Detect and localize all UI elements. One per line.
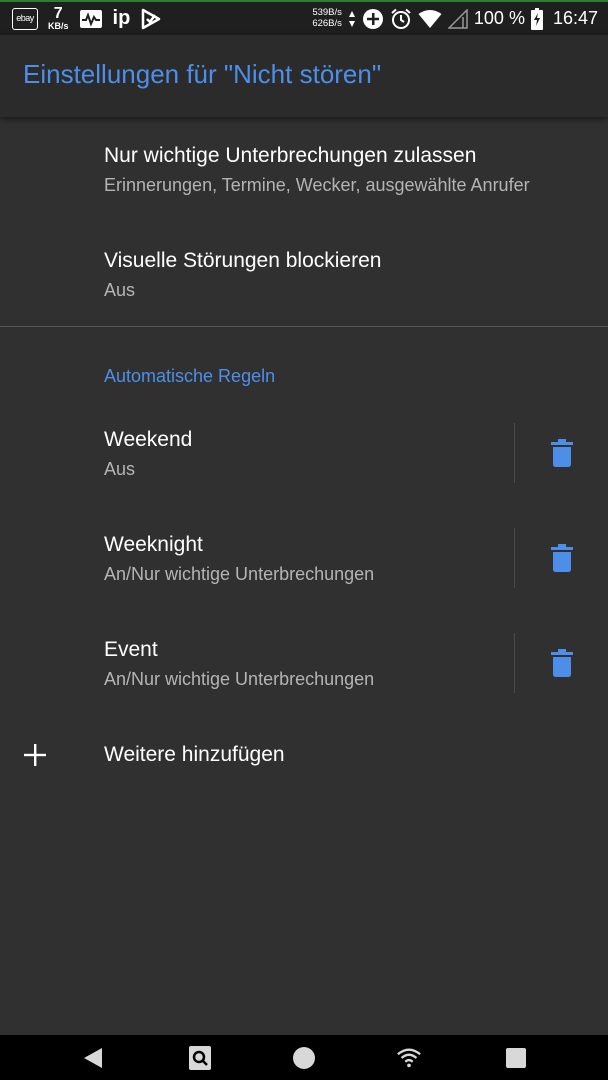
alarm-icon [390, 8, 412, 30]
network-speed: 7 KB/s [48, 6, 69, 31]
back-icon [84, 1048, 102, 1068]
search-icon [189, 1046, 211, 1070]
add-circle-icon [362, 8, 384, 30]
automatic-rules-header: Automatische Regeln [104, 366, 276, 386]
visual-disturbances-summary: Aus [104, 280, 136, 300]
wifi-icon [418, 9, 442, 29]
rule-title: Weekend [104, 428, 193, 451]
clock: 16:47 [552, 8, 598, 28]
rule-summary: An/Nur wichtige Unterbrechungen [104, 669, 375, 689]
visual-disturbances-title: Visuelle Störungen blockieren [104, 249, 382, 272]
search-button[interactable] [187, 1045, 213, 1071]
data-speeds: 539B/s 626B/s [312, 6, 342, 30]
wifi-icon [397, 1048, 421, 1068]
pulse-icon [79, 9, 103, 29]
status-bar: ebay 7 KB/s ip 539B/s 626B/s 100 % 16:47 [0, 0, 608, 35]
priority-only-title: Nur wichtige Unterbrechungen zulassen [104, 144, 477, 167]
add-rule-button[interactable]: Weitere hinzufügen [0, 722, 608, 792]
rule-separator [514, 633, 515, 693]
rule-weeknight[interactable]: Weeknight An/Nur wichtige Unterbrechunge… [0, 512, 608, 617]
ip-icon: ip [112, 7, 131, 29]
visual-disturbances-setting[interactable]: Visuelle Störungen blockieren Aus [0, 222, 608, 327]
home-icon [293, 1047, 315, 1069]
divider [0, 326, 608, 327]
download-speed: 626B/s [312, 17, 342, 29]
data-arrows-icon [348, 10, 356, 28]
signal-icon [447, 8, 468, 29]
recents-icon [506, 1048, 526, 1068]
rule-title: Weeknight [104, 533, 203, 556]
trash-icon[interactable] [551, 649, 573, 677]
rule-separator [514, 423, 515, 483]
priority-only-setting[interactable]: Nur wichtige Unterbrechungen zulassen Er… [0, 117, 608, 222]
plus-icon [24, 744, 46, 766]
home-button[interactable] [291, 1045, 317, 1071]
rule-weekend[interactable]: Weekend Aus [0, 407, 608, 512]
battery-percent: 100 % [473, 8, 525, 28]
add-rule-label: Weitere hinzufügen [104, 743, 285, 766]
app-bar: Einstellungen für "Nicht stören" [0, 35, 608, 117]
priority-only-summary: Erinnerungen, Termine, Wecker, ausgewähl… [104, 175, 530, 195]
network-speed-value: 7 [53, 5, 63, 22]
trash-icon[interactable] [551, 439, 573, 467]
trash-icon[interactable] [551, 544, 573, 572]
wifi-shortcut-button[interactable] [396, 1045, 422, 1071]
status-bar-left: ebay 7 KB/s ip [0, 2, 162, 35]
upload-speed: 539B/s [312, 6, 342, 18]
navigation-bar [0, 1035, 608, 1080]
ebay-icon: ebay [12, 7, 38, 30]
status-bar-right: 539B/s 626B/s 100 % 16:47 [312, 2, 598, 35]
rule-summary: Aus [104, 459, 136, 479]
rule-title: Event [104, 638, 158, 661]
battery-charging-icon [530, 7, 543, 30]
network-speed-unit: KB/s [48, 21, 69, 31]
back-button[interactable] [80, 1045, 106, 1071]
play-check-icon [140, 8, 162, 30]
rule-event[interactable]: Event An/Nur wichtige Unterbrechungen [0, 617, 608, 722]
rule-separator [514, 528, 515, 588]
rule-summary: An/Nur wichtige Unterbrechungen [104, 564, 375, 584]
recents-button[interactable] [503, 1045, 529, 1071]
page-title: Einstellungen für "Nicht stören" [23, 59, 382, 89]
